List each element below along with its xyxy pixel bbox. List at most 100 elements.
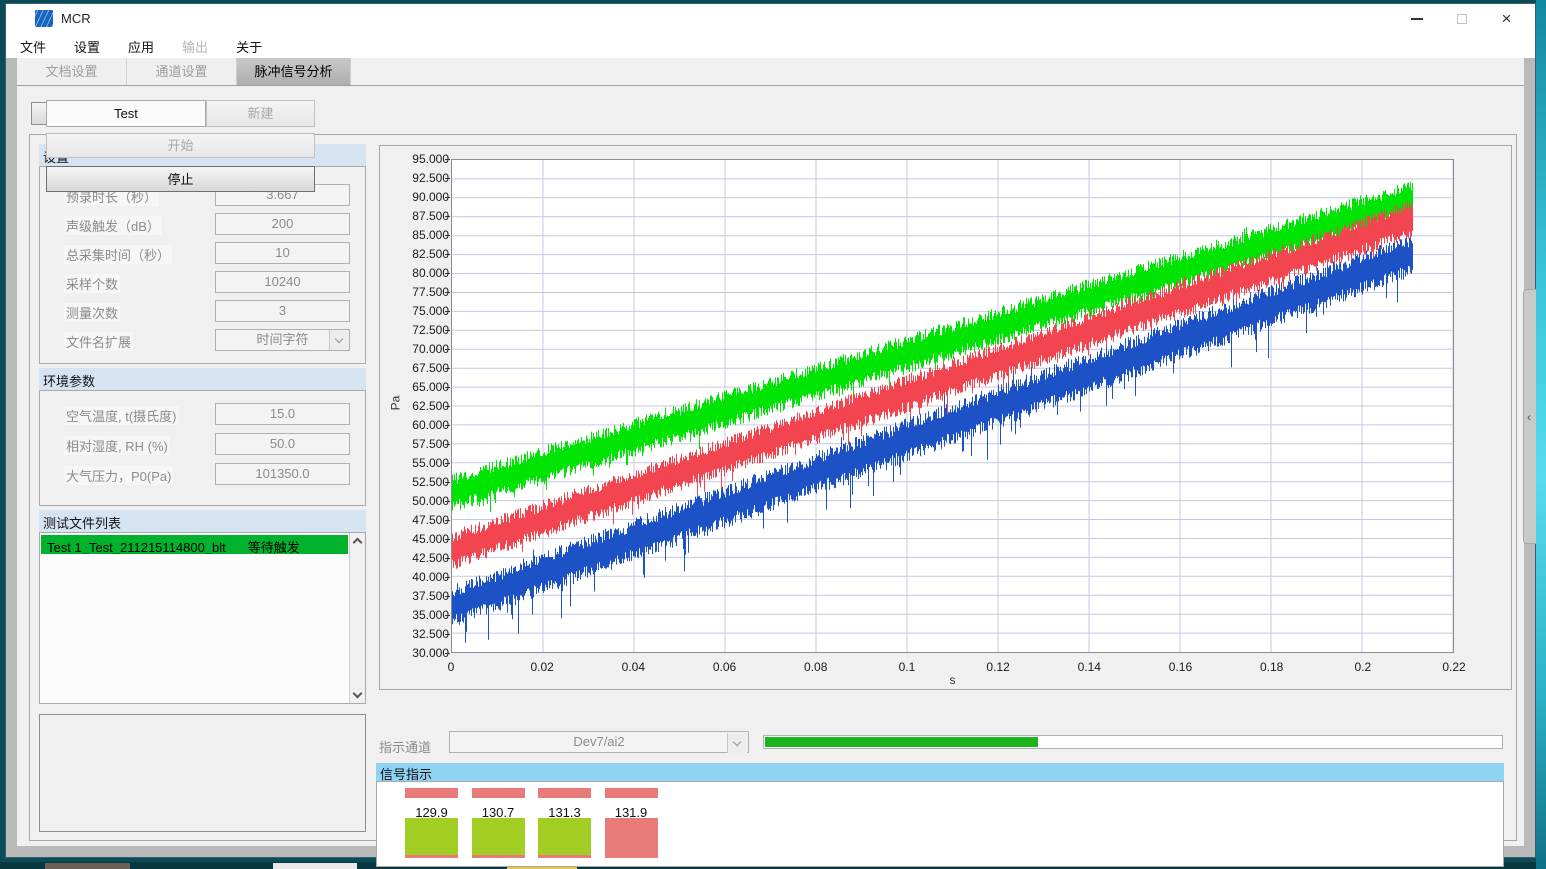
signal-gauge: 131.3	[538, 782, 591, 868]
scroll-up-icon[interactable]	[353, 538, 363, 548]
signal-panel-header: 信号指示	[376, 763, 1504, 781]
tab[interactable]: 脉冲信号分析	[237, 58, 351, 85]
combo-arrow-button[interactable]	[329, 330, 349, 350]
indicator-channel-label: 指示通道	[379, 737, 431, 756]
app-icon	[35, 10, 53, 27]
signal-panel-body: 129.9 130.7 131.3	[376, 781, 1504, 867]
x-tick-label: 0.04	[603, 660, 663, 674]
y-tick-mark	[445, 653, 450, 654]
tab[interactable]: 文档设置	[17, 58, 127, 85]
environment-field-row: 相对湿度, RH (%) 50.0	[40, 433, 367, 455]
y-tick-mark	[445, 197, 450, 198]
x-tick-label: 0.18	[1242, 660, 1302, 674]
scroll-down-icon[interactable]	[353, 689, 363, 699]
menu-item[interactable]: 文件	[6, 33, 60, 58]
desktop-wallpaper-strip	[1536, 0, 1546, 869]
menu-item[interactable]: 应用	[114, 33, 168, 58]
y-tick-mark	[445, 444, 450, 445]
y-tick-mark	[445, 634, 450, 635]
y-tick-label: 75.000	[389, 304, 449, 318]
field-value[interactable]: 3	[215, 300, 350, 322]
channel-red	[453, 202, 1413, 569]
field-value[interactable]: 10240	[215, 271, 350, 293]
settings-field-row: 采样个数 10240	[40, 271, 367, 293]
y-tick-label: 30.000	[389, 646, 449, 660]
field-value[interactable]: 10	[215, 242, 350, 264]
signal-gauge: 129.9	[405, 782, 458, 868]
control-box	[39, 714, 366, 832]
minimize-button[interactable]	[1394, 4, 1439, 33]
y-tick-label: 72.500	[389, 323, 449, 337]
field-label: 文件名扩展	[64, 332, 133, 351]
environment-field-row: 空气温度, t(摄氏度) 15.0	[40, 403, 367, 425]
y-tick-mark	[445, 482, 450, 483]
x-tick-label: 0.2	[1333, 660, 1393, 674]
y-tick-label: 42.500	[389, 551, 449, 565]
chevron-down-icon	[733, 738, 741, 746]
content-area: 测量 后处理 设置 预录时长（秒） 3.667 声级触发（dB） 200	[17, 86, 1524, 846]
indicator-channel-select[interactable]: Dev7/ai2	[449, 731, 749, 753]
chart-panel: 95.00092.50090.00087.50085.00082.50080.0…	[379, 145, 1512, 690]
x-tick-label: 0.06	[695, 660, 755, 674]
progress-bar	[763, 735, 1503, 749]
x-tick-label: 0.12	[968, 660, 1028, 674]
field-label: 大气压力，P0(Pa)	[64, 466, 173, 485]
y-tick-label: 45.000	[389, 532, 449, 546]
file-list-row[interactable]: Test 1_Test_211215114800_blt等待触发	[41, 535, 348, 554]
y-tick-mark	[445, 311, 450, 312]
environment-field-row: 大气压力，P0(Pa) 101350.0	[40, 463, 367, 485]
menu-item[interactable]: 设置	[60, 33, 114, 58]
gauge-top-bar	[472, 788, 525, 798]
y-tick-mark	[445, 178, 450, 179]
y-tick-label: 90.000	[389, 190, 449, 204]
y-tick-mark	[445, 501, 450, 502]
y-tick-label: 67.500	[389, 361, 449, 375]
combo-arrow-button[interactable]	[727, 733, 747, 753]
filelist-header: 测试文件列表	[39, 510, 366, 532]
field-label: 采样个数	[64, 274, 120, 293]
x-tick-label: 0.22	[1424, 660, 1484, 674]
y-tick-label: 95.000	[389, 152, 449, 166]
chevron-down-icon	[335, 335, 343, 343]
menu-item[interactable]: 关于	[222, 33, 276, 58]
field-value[interactable]: 200	[215, 213, 350, 235]
gauge-fill	[472, 818, 525, 855]
field-label: 声级触发（dB）	[64, 216, 162, 235]
y-tick-label: 77.500	[389, 285, 449, 299]
x-tick-label: 0.02	[512, 660, 572, 674]
y-tick-label: 87.500	[389, 209, 449, 223]
maximize-button[interactable]	[1439, 4, 1484, 33]
test-file-list[interactable]: Test 1_Test_211215114800_blt等待触发	[39, 532, 366, 704]
tab[interactable]: 通道设置	[127, 58, 237, 85]
field-value[interactable]: 50.0	[215, 433, 350, 455]
x-tick-label: 0.14	[1059, 660, 1119, 674]
y-tick-mark	[445, 349, 450, 350]
field-value[interactable]: 15.0	[215, 403, 350, 425]
maximize-icon	[1457, 14, 1467, 24]
field-value[interactable]: 101350.0	[215, 463, 350, 485]
file-list-scrollbar[interactable]	[349, 533, 365, 703]
environment-header: 环境参数	[39, 368, 366, 390]
settings-field-row: 文件名扩展 时间字符	[40, 329, 367, 351]
gauge-top-bar	[605, 788, 658, 798]
y-tick-label: 85.000	[389, 228, 449, 242]
gauge-top-bar	[538, 788, 591, 798]
taskbar-icon	[273, 863, 357, 869]
close-button[interactable]: ×	[1484, 4, 1529, 33]
new-button[interactable]: 新建	[206, 100, 315, 127]
minimize-icon	[1411, 18, 1423, 20]
start-button[interactable]: 开始	[46, 133, 315, 158]
chart-plot-area	[451, 159, 1454, 653]
y-tick-mark	[445, 406, 450, 407]
field-label: 总采集时间（秒）	[64, 245, 172, 264]
x-axis-label: s	[451, 673, 1454, 687]
test-name-field[interactable]: Test	[46, 100, 206, 127]
y-tick-label: 80.000	[389, 266, 449, 280]
stop-button[interactable]: 停止	[46, 166, 315, 192]
menu-item[interactable]: 输出	[168, 33, 222, 58]
y-tick-label: 65.000	[389, 380, 449, 394]
settings-body: 预录时长（秒） 3.667 声级触发（dB） 200 总采集时间（秒） 10	[39, 166, 366, 364]
panel-expander[interactable]: ‹	[1523, 289, 1536, 544]
y-tick-label: 57.500	[389, 437, 449, 451]
signal-gauge: 130.7	[472, 782, 525, 868]
